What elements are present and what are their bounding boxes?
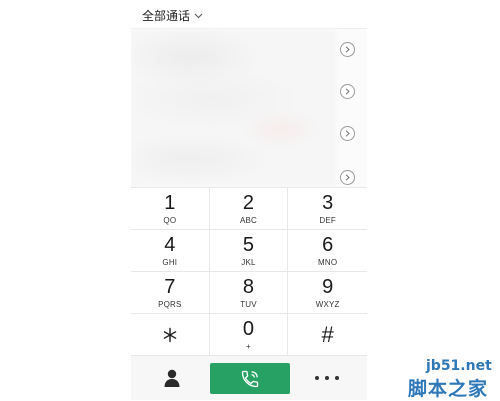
ellipsis-icon [315,376,319,380]
dial-key-0[interactable]: 0 + [209,314,289,356]
key-digit: 5 [242,233,255,256]
phone-handset-icon [241,370,259,387]
dial-key-5[interactable]: 5 JKL [209,230,289,272]
key-digit: 9 [322,275,334,298]
key-letters: MNO [318,257,338,267]
ellipsis-icon [325,376,329,380]
watermark-url: jb51.net [426,358,492,374]
dialer-action-bar [131,356,367,400]
key-digit: 8 [242,275,255,298]
key-letters: WXYZ [315,299,340,309]
ellipsis-icon [335,376,339,380]
key-digit: 3 [322,191,334,214]
asterisk-icon [163,327,177,342]
call-detail-button[interactable] [340,170,355,185]
key-digit: 1 [164,191,176,214]
dial-key-star[interactable] [131,314,210,356]
dial-key-6[interactable]: 6 MNO [288,230,367,272]
contacts-button[interactable] [161,368,183,388]
call-button[interactable] [210,363,290,394]
site-watermark: jb51.net 脚本之家 [402,354,500,400]
dial-key-7[interactable]: 7 PQRS [131,272,210,314]
dialer-screen: 全部通话 1 QO 2 ABC 3 DEF 4 GHI 5 JKL 6 MNO … [131,0,367,400]
dial-key-2[interactable]: 2 ABC [209,188,289,230]
key-digit: 7 [164,275,176,298]
key-digit: 0 [242,317,255,340]
key-digit: 4 [164,233,176,256]
key-letters: + [246,341,251,351]
dial-key-hash[interactable]: # [288,314,367,356]
watermark-name: 脚本之家 [408,378,489,400]
call-filter-label: 全部通话 [142,9,191,23]
call-detail-button[interactable] [340,126,355,141]
dial-key-3[interactable]: 3 DEF [288,188,367,230]
key-letters: GHI [162,257,178,267]
key-letters: DEF [319,215,336,225]
more-options-button[interactable] [315,372,339,384]
call-filter-dropdown[interactable]: 全部通话 [142,7,203,24]
key-digit: 2 [242,191,255,214]
key-digit: # [321,321,334,347]
person-icon [164,369,180,387]
key-letters: ABC [239,215,258,225]
call-detail-button[interactable] [340,84,355,99]
chevron-right-icon [345,130,350,137]
chevron-right-icon [345,88,350,95]
dial-key-9[interactable]: 9 WXYZ [288,272,367,314]
key-letters: JKL [241,257,256,267]
chevron-down-icon [194,13,203,18]
dial-key-1[interactable]: 1 QO [131,188,210,230]
key-letters: QO [163,215,177,225]
blurred-call-entries [131,29,336,187]
call-log-list [131,29,367,187]
dial-keypad: 1 QO 2 ABC 3 DEF 4 GHI 5 JKL 6 MNO 7 PQR… [131,187,367,356]
chevron-right-icon [345,174,350,181]
key-letters: TUV [240,299,257,309]
chevron-right-icon [345,46,350,53]
key-letters: PQRS [158,299,182,309]
key-digit: 6 [322,233,334,256]
dial-key-8[interactable]: 8 TUV [209,272,289,314]
header-bar: 全部通话 [131,0,367,29]
dial-key-4[interactable]: 4 GHI [131,230,210,272]
call-detail-button[interactable] [340,42,355,57]
